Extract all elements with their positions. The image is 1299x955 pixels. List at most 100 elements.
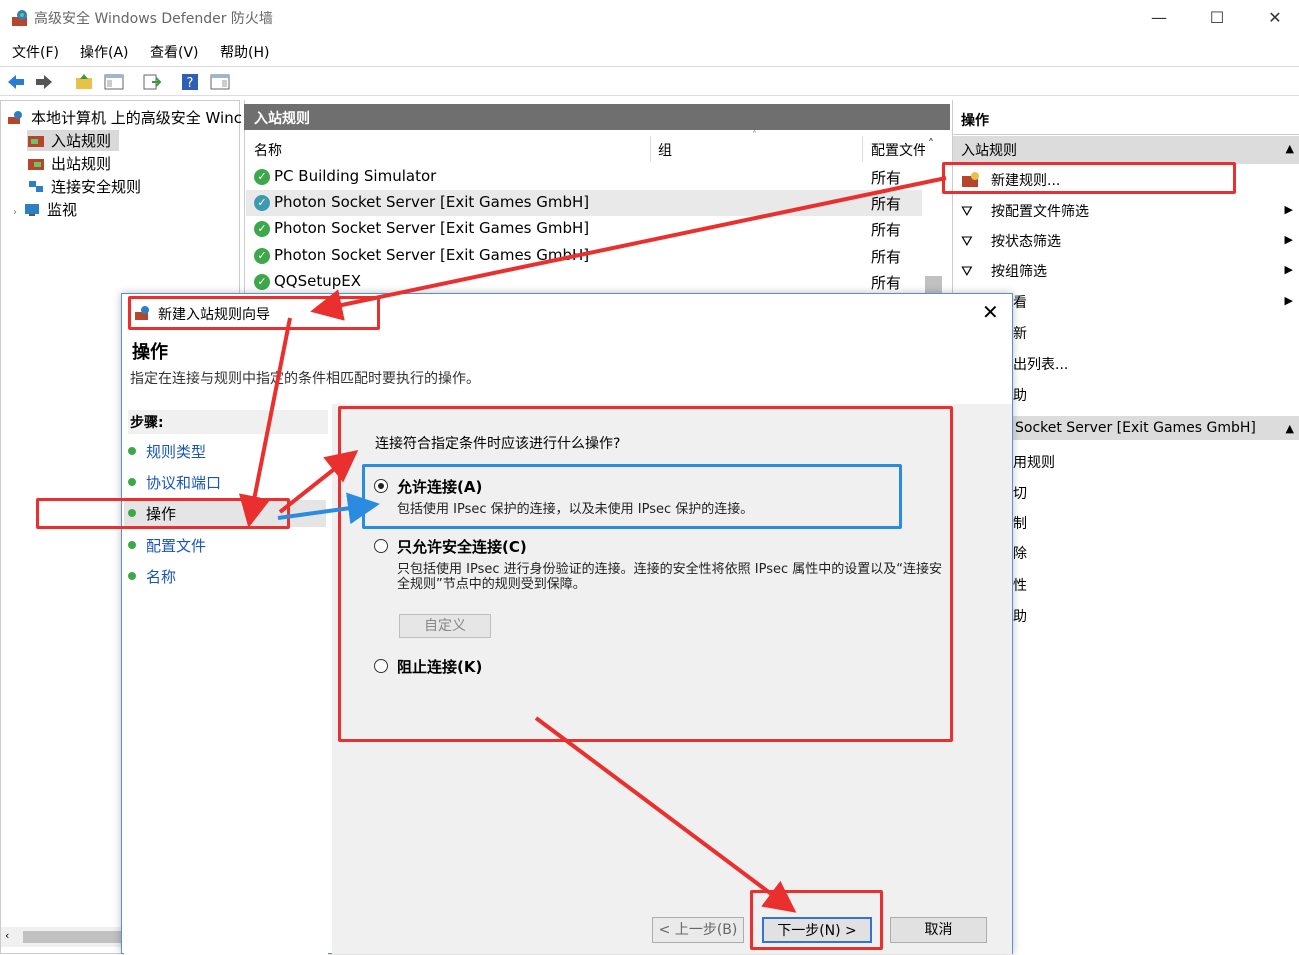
table-row[interactable]: ✓ Photon Socket Server [Exit Games GmbH]…	[246, 243, 922, 269]
step-protocol-ports[interactable]: 协议和端口	[128, 472, 221, 493]
maximize-button[interactable]: ☐	[1188, 0, 1246, 36]
filter-icon: ⛛	[961, 234, 973, 250]
scroll-thumb[interactable]	[23, 931, 123, 943]
action-label: 按配置文件筛选	[991, 204, 1089, 220]
action-properties[interactable]: 性	[1013, 575, 1027, 595]
tree-item-label: 入站规则	[51, 132, 112, 150]
step-dot-icon	[128, 541, 136, 549]
folder-up-icon[interactable]	[74, 73, 94, 91]
rules-scrollbar-thumb[interactable]	[925, 276, 942, 294]
step-label: 名称	[146, 568, 177, 586]
action-disable-rule[interactable]: 用规则	[1013, 452, 1055, 472]
step-name[interactable]: 名称	[128, 566, 176, 587]
back-button[interactable]: < 上一步(B)	[652, 917, 744, 943]
action-delete[interactable]: 除	[1013, 543, 1027, 563]
enabled-check-icon: ✓	[254, 169, 270, 185]
row-name: Photon Socket Server [Exit Games GmbH]	[274, 193, 590, 211]
title-bar: 高级安全 Windows Defender 防火墙 — ☐ ✕	[0, 0, 1299, 36]
actions-header: 操作	[953, 106, 1299, 135]
action-cut[interactable]: 切	[1013, 483, 1027, 503]
scroll-up-icon[interactable]: ˄	[928, 137, 934, 151]
rules-panel-header: 入站规则	[244, 104, 950, 130]
row-name: Photon Socket Server [Exit Games GmbH]	[274, 219, 590, 237]
annotation-box-allow-option	[362, 464, 902, 529]
expand-chevron-icon[interactable]: ›	[13, 207, 17, 218]
row-profile: 所有	[871, 169, 902, 187]
firewall-icon	[8, 111, 22, 124]
tree-item-monitoring[interactable]: › 监视	[13, 199, 77, 220]
connection-security-icon	[29, 181, 43, 192]
outbound-rules-icon	[28, 159, 44, 170]
action-refresh[interactable]: 新	[1013, 323, 1027, 343]
back-icon[interactable]	[6, 73, 26, 91]
step-profile[interactable]: 配置文件	[128, 535, 206, 556]
annotation-box-dialog-title	[128, 296, 380, 330]
annotation-box-step-action	[36, 498, 290, 529]
forward-icon[interactable]	[34, 73, 54, 91]
submenu-arrow-icon: ▶	[1284, 294, 1293, 307]
inbound-rules-icon	[28, 136, 44, 147]
section-label: Socket Server [Exit Games GmbH]	[1015, 420, 1256, 436]
table-row[interactable]: ✓ Photon Socket Server [Exit Games GmbH]…	[246, 190, 922, 216]
table-row[interactable]: ✓ QQSetupEX 所有	[246, 269, 922, 295]
close-button[interactable]: ✕	[1246, 0, 1299, 36]
menu-action[interactable]: 操作(A)	[80, 42, 129, 62]
filter-icon: ⛛	[961, 204, 973, 220]
dialog-heading: 操作	[132, 342, 168, 363]
action-export-list[interactable]: 出列表...	[1013, 354, 1068, 374]
export-list-icon[interactable]	[142, 73, 162, 91]
actions-section-inbound[interactable]: 入站规则 ▲	[953, 136, 1299, 164]
action-filter-profile[interactable]: ⛛ 按配置文件筛选 ▶	[961, 201, 1299, 221]
action-filter-group[interactable]: ⛛ 按组筛选 ▶	[961, 261, 1299, 281]
tree-item-label: 监视	[47, 201, 78, 219]
action-help[interactable]: 助	[1013, 385, 1027, 405]
tree-item-label: 出站规则	[51, 155, 112, 173]
row-profile: 所有	[871, 274, 902, 292]
tree-item-outbound-rules[interactable]: 出站规则	[27, 153, 111, 174]
action-filter-state[interactable]: ⛛ 按状态筛选 ▶	[961, 231, 1299, 251]
scroll-left-icon[interactable]: ‹	[5, 929, 9, 942]
row-name: QQSetupEX	[274, 272, 362, 290]
toolbar: ?	[0, 66, 1299, 96]
submenu-arrow-icon: ▶	[1284, 233, 1293, 246]
action-label: 看	[1013, 295, 1027, 311]
table-row[interactable]: ✓ Photon Socket Server [Exit Games GmbH]…	[246, 216, 922, 242]
submenu-arrow-icon: ▶	[1284, 263, 1293, 276]
filter-icon: ⛛	[961, 264, 973, 280]
row-profile: 所有	[871, 248, 902, 266]
menu-view[interactable]: 查看(V)	[150, 42, 199, 62]
menu-bar: 文件(F) 操作(A) 查看(V) 帮助(H)	[0, 38, 1299, 64]
menu-file[interactable]: 文件(F)	[12, 42, 59, 62]
action-copy[interactable]: 制	[1013, 513, 1027, 533]
row-name: Photon Socket Server [Exit Games GmbH]	[274, 246, 590, 264]
dialog-close-button[interactable]: ✕	[982, 300, 999, 324]
cancel-button[interactable]: 取消	[890, 917, 987, 943]
row-profile: 所有	[871, 221, 902, 239]
column-name[interactable]: 名称	[254, 140, 282, 160]
step-dot-icon	[128, 478, 136, 486]
collapse-icon[interactable]: ▲	[1286, 142, 1294, 155]
step-label: 协议和端口	[146, 474, 222, 492]
tree-root[interactable]: 本地计算机 上的高级安全 Winc	[7, 107, 242, 128]
table-row[interactable]: ✓ PC Building Simulator 所有	[246, 164, 922, 190]
annotation-box-next-button	[750, 890, 883, 950]
action-help-2[interactable]: 助	[1013, 606, 1027, 626]
help-icon[interactable]: ?	[180, 73, 200, 91]
enabled-check-icon: ✓	[254, 221, 270, 237]
menu-help[interactable]: 帮助(H)	[220, 42, 269, 62]
show-hide-action-pane-icon[interactable]	[210, 73, 230, 91]
show-hide-tree-icon[interactable]	[104, 73, 124, 91]
column-profile[interactable]: 配置文件	[871, 140, 925, 160]
window-title: 高级安全 Windows Defender 防火墙	[34, 11, 273, 27]
collapse-icon[interactable]: ▲	[1286, 422, 1294, 435]
sort-caret-icon: ˄	[752, 130, 757, 141]
column-group[interactable]: 组	[658, 140, 672, 160]
column-divider	[650, 136, 651, 162]
step-dot-icon	[128, 447, 136, 455]
tree-item-connection-security-rules[interactable]: 连接安全规则	[27, 176, 141, 197]
step-rule-type[interactable]: 规则类型	[128, 441, 206, 462]
column-divider	[862, 136, 863, 162]
step-dot-icon	[128, 572, 136, 580]
tree-item-inbound-rules[interactable]: 入站规则	[27, 130, 120, 151]
minimize-button[interactable]: —	[1130, 0, 1188, 36]
